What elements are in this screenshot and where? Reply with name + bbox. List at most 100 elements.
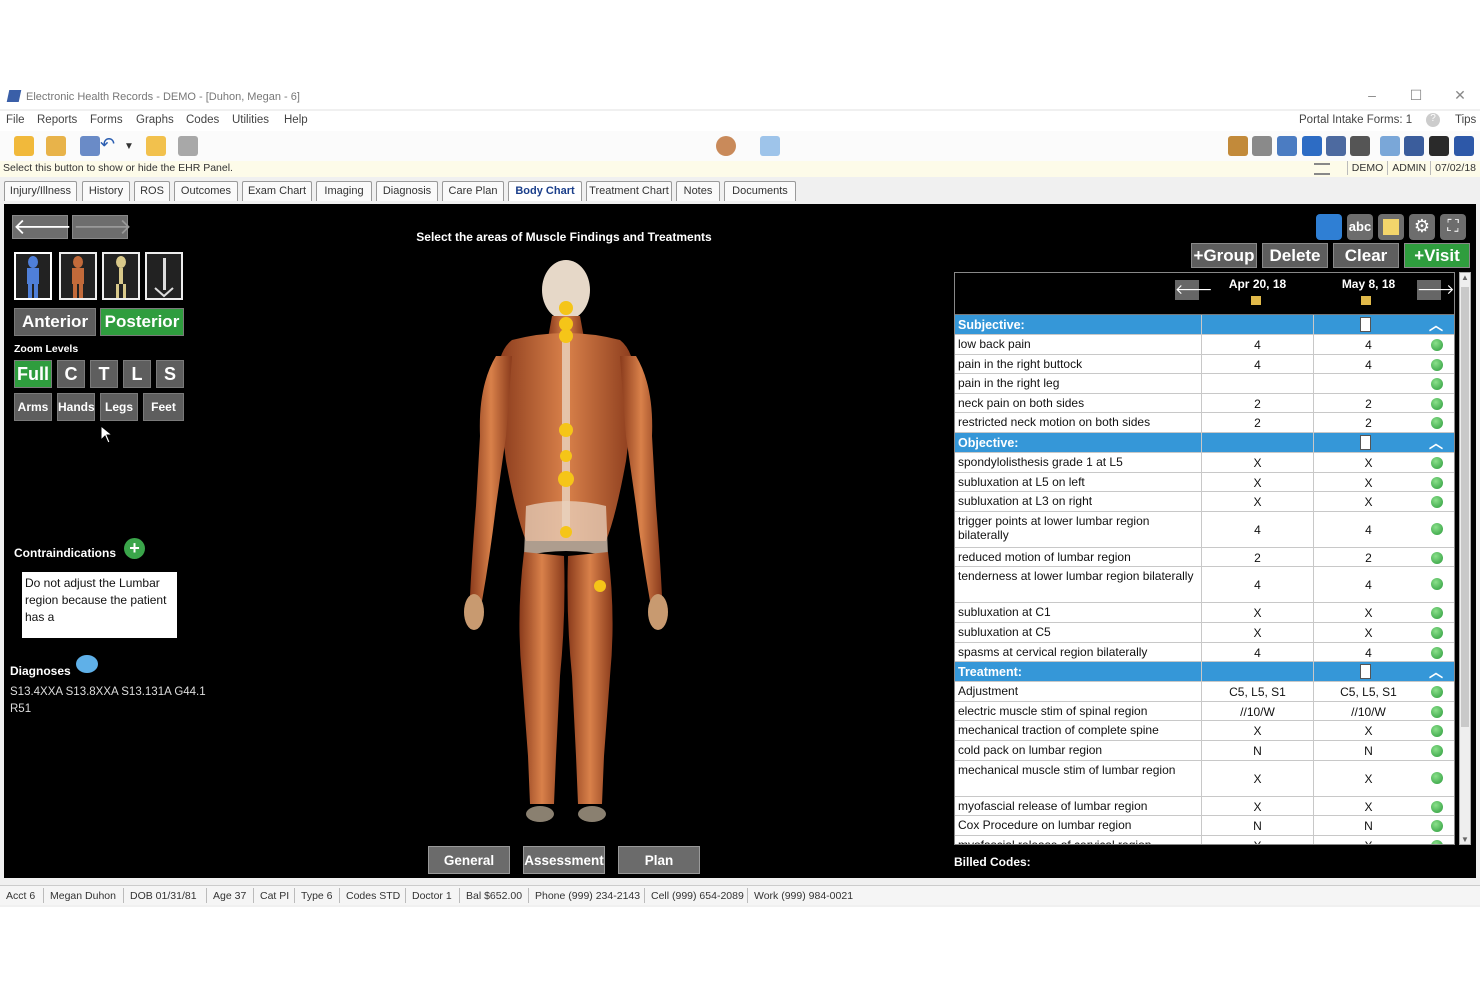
grid-scroll-thumb[interactable] (1461, 287, 1469, 727)
zoom-full-button[interactable]: Full (14, 360, 52, 388)
delete-button[interactable]: Delete (1262, 243, 1328, 268)
row-value-visit-2[interactable]: X (1313, 495, 1424, 509)
row-value-visit-1[interactable]: 2 (1202, 551, 1313, 565)
grid-row[interactable]: pain in the right leg (955, 374, 1454, 394)
tab-diagnosis[interactable]: Diagnosis (376, 181, 438, 201)
section-doc-icon[interactable] (1360, 434, 1371, 450)
tab-exam-chart[interactable]: Exam Chart (242, 181, 312, 201)
tab-imaging[interactable]: Imaging (316, 181, 372, 201)
dropdown-arrow-icon[interactable]: ▼ (124, 136, 136, 156)
row-value-visit-1[interactable]: 4 (1202, 338, 1313, 352)
zoom-l-button[interactable]: L (123, 360, 151, 388)
section-doc-icon[interactable] (1360, 664, 1371, 680)
lock-icon-2[interactable] (1361, 296, 1371, 305)
menu-help[interactable]: Help (284, 114, 308, 126)
section-doc-icon[interactable] (1360, 317, 1371, 332)
scanner-icon[interactable] (1404, 136, 1424, 156)
add-finding-icon[interactable] (1431, 646, 1443, 659)
menu-utilities[interactable]: Utilities (232, 114, 269, 126)
add-finding-icon[interactable] (1431, 626, 1443, 639)
row-value-visit-2[interactable]: 2 (1313, 397, 1424, 411)
clear-button[interactable]: Clear (1333, 243, 1399, 268)
menu-forms[interactable]: Forms (90, 114, 123, 126)
row-value-visit-2[interactable]: X (1313, 772, 1424, 786)
zoom-feet-button[interactable]: Feet (143, 393, 184, 421)
row-value-visit-1[interactable]: 4 (1202, 358, 1313, 372)
grid-row[interactable]: mechanical traction of complete spine X X (955, 721, 1454, 741)
zoom-legs-button[interactable]: Legs (100, 393, 138, 421)
abc-spellcheck-icon[interactable]: abc (1347, 214, 1373, 240)
zoom-s-button[interactable]: S (156, 360, 184, 388)
add-finding-icon[interactable] (1431, 417, 1443, 430)
zoom-c-button[interactable]: C (57, 360, 85, 388)
grid-row[interactable]: subluxation at L5 on left X X (955, 472, 1454, 493)
lock-icon-1[interactable] (1251, 296, 1261, 305)
tab-care-plan[interactable]: Care Plan (442, 181, 504, 201)
tab-body-chart[interactable]: Body Chart (508, 181, 582, 201)
row-value-visit-1[interactable]: 4 (1202, 523, 1313, 537)
book-icon[interactable] (1302, 136, 1322, 156)
row-value-visit-2[interactable]: X (1313, 839, 1424, 844)
grid-row[interactable]: myofascial release of lumbar region X X (955, 796, 1454, 817)
fax-icon[interactable] (1252, 136, 1272, 156)
tips-link[interactable]: Tips (1455, 114, 1476, 126)
settings-gear-icon[interactable]: ⚙ (1409, 214, 1435, 240)
tab-history[interactable]: History (82, 181, 130, 201)
add-finding-icon[interactable] (1431, 725, 1443, 738)
next-visit-arrow[interactable]: 🡒 (1417, 280, 1454, 300)
menu-reports[interactable]: Reports (37, 114, 77, 126)
grid-row[interactable]: Cox Procedure on lumbar region N N (955, 816, 1454, 836)
help-icon[interactable]: ? (1426, 113, 1440, 127)
prev-visit-arrow[interactable]: 🡐 (1175, 280, 1213, 300)
row-value-visit-1[interactable]: X (1202, 456, 1313, 470)
visit-date-1[interactable]: Apr 20, 18 (1202, 277, 1313, 291)
card-icon[interactable] (1326, 136, 1346, 156)
grid-row[interactable]: reduced motion of lumbar region 2 2 (955, 547, 1454, 568)
diagnoses-bubble-icon[interactable] (76, 655, 98, 673)
grid-row[interactable]: subluxation at L3 on right X X (955, 492, 1454, 512)
row-value-visit-1[interactable]: N (1202, 819, 1313, 833)
row-value-visit-1[interactable]: 4 (1202, 646, 1313, 660)
menu-codes[interactable]: Codes (186, 114, 219, 126)
visit-date-2[interactable]: May 8, 18 (1313, 277, 1424, 291)
zoom-arms-button[interactable]: Arms (14, 393, 52, 421)
menu-graphs[interactable]: Graphs (136, 114, 174, 126)
row-value-visit-1[interactable]: C5, L5, S1 (1202, 685, 1313, 699)
grid-section-header[interactable]: Treatment: ︿ (955, 662, 1454, 683)
grid-row[interactable]: Adjustment C5, L5, S1 C5, L5, S1 (955, 682, 1454, 702)
portal-intake-forms[interactable]: Portal Intake Forms: 1 (1299, 114, 1412, 126)
add-group-button[interactable]: +Group (1191, 243, 1257, 268)
back-arrow-button[interactable]: 🡐 (12, 215, 72, 239)
add-visit-button[interactable]: +Visit (1404, 243, 1470, 268)
row-value-visit-1[interactable]: 2 (1202, 416, 1313, 430)
grid-row[interactable]: myofascial release of cervical region XX (955, 835, 1454, 844)
row-value-visit-2[interactable]: 4 (1313, 646, 1424, 660)
zoom-hands-button[interactable]: Hands (57, 393, 95, 421)
thumb-spine[interactable] (145, 252, 183, 300)
close-icon[interactable]: ✕ (1450, 87, 1470, 104)
tab-notes[interactable]: Notes (676, 181, 720, 201)
thumb-muscles[interactable] (59, 252, 97, 300)
add-finding-icon[interactable] (1431, 607, 1443, 620)
row-value-visit-1[interactable]: X (1202, 606, 1313, 620)
user-icon[interactable] (1380, 136, 1400, 156)
row-value-visit-1[interactable]: 2 (1202, 397, 1313, 411)
new-patient-icon[interactable] (14, 136, 34, 156)
row-value-visit-2[interactable]: X (1313, 800, 1424, 814)
pen-icon[interactable] (1350, 136, 1370, 156)
add-finding-icon[interactable] (1431, 839, 1443, 844)
row-value-visit-2[interactable]: N (1313, 819, 1424, 833)
row-value-visit-2[interactable]: 4 (1313, 358, 1424, 372)
row-value-visit-1[interactable]: 4 (1202, 578, 1313, 592)
thumb-nerves[interactable] (14, 252, 52, 300)
row-value-visit-1[interactable]: X (1202, 495, 1313, 509)
chevron-up-icon[interactable]: ︿ (1429, 433, 1443, 453)
row-value-visit-2[interactable]: X (1313, 626, 1424, 640)
assessment-button[interactable]: Assessment (523, 846, 605, 874)
forward-arrow-button[interactable]: 🡒 (72, 215, 132, 239)
grid-row[interactable]: subluxation at C1 X X (955, 603, 1454, 623)
add-finding-icon[interactable] (1431, 551, 1443, 564)
row-value-visit-2[interactable]: 2 (1313, 551, 1424, 565)
add-finding-icon[interactable] (1431, 820, 1443, 833)
row-value-visit-2[interactable]: X (1313, 476, 1424, 490)
